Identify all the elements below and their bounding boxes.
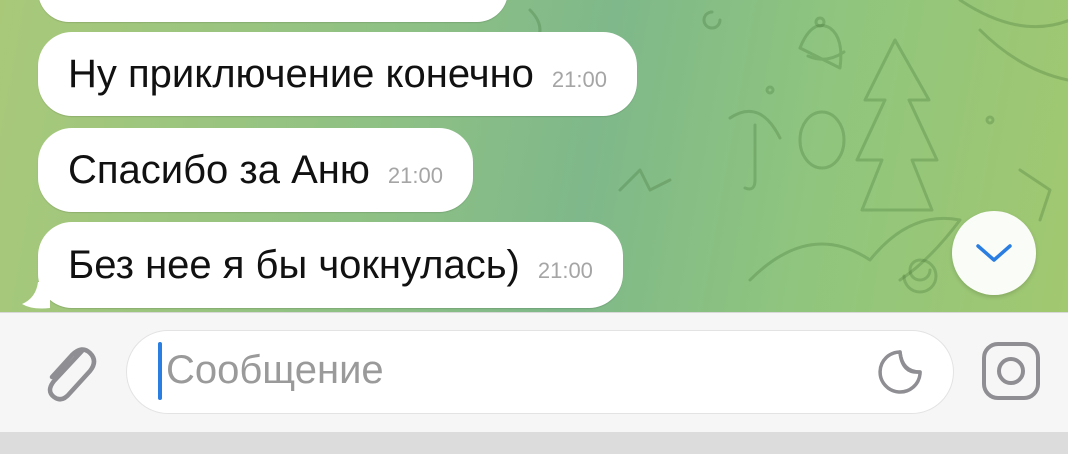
paperclip-icon[interactable] — [38, 337, 98, 403]
message-input-placeholder: Сообщение — [166, 348, 384, 392]
message-bubble-partial — [38, 0, 508, 22]
scroll-down-button[interactable] — [952, 211, 1036, 295]
bubble-tail — [22, 282, 50, 309]
message-time: 21:00 — [387, 163, 443, 188]
chat-area: Ну приключение конечно 21:00 Спасибо за … — [0, 0, 1068, 312]
chevron-down-icon — [976, 244, 1012, 262]
message-bubble[interactable]: Без нее я бы чокнулась) 21:00 — [38, 222, 623, 308]
message-text: Без нее я бы чокнулась) — [68, 243, 520, 287]
message-bubble[interactable]: Ну приключение конечно 21:00 — [38, 32, 637, 116]
message-bubble[interactable]: Спасибо за Аню 21:00 — [38, 128, 473, 212]
bottom-strip — [0, 432, 1068, 454]
camera-icon[interactable] — [978, 338, 1044, 404]
message-time: 21:00 — [537, 258, 593, 283]
sticker-icon[interactable] — [876, 348, 924, 396]
message-text: Ну приключение конечно — [68, 52, 534, 96]
message-text: Спасибо за Аню — [68, 148, 370, 192]
message-time: 21:00 — [551, 67, 607, 92]
text-caret — [158, 342, 162, 400]
